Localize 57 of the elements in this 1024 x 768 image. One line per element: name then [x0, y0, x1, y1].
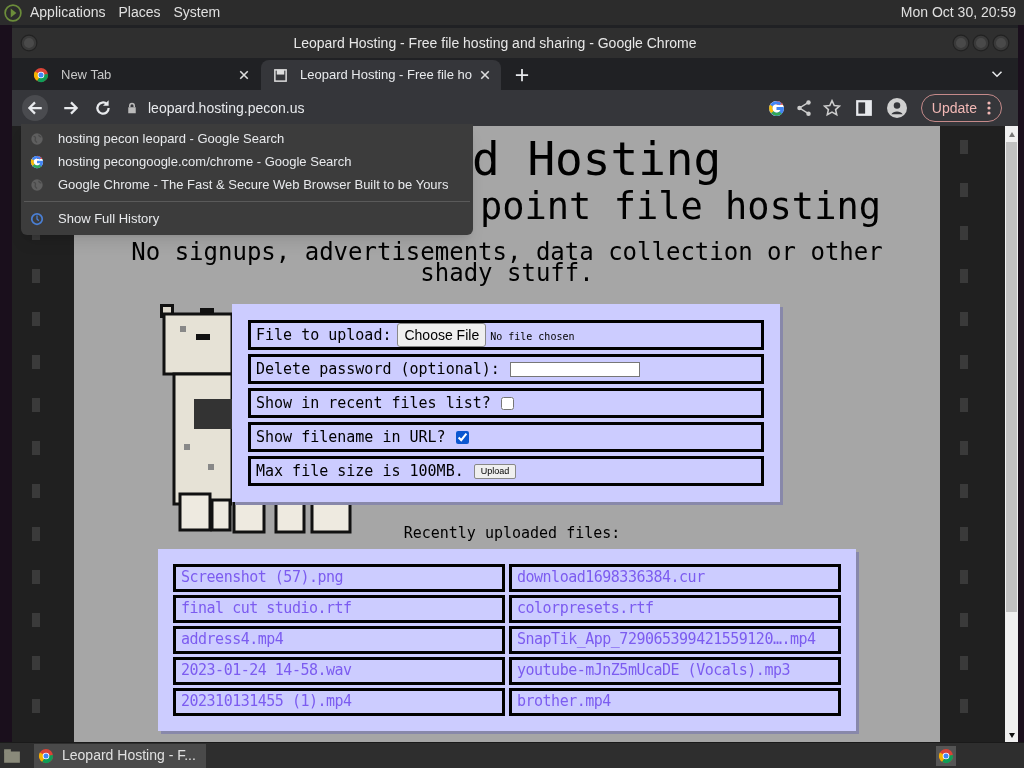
- checkbox[interactable]: [500, 396, 514, 410]
- browser-tab[interactable]: New Tab: [21, 60, 261, 90]
- chrome-logo-icon: [33, 67, 49, 83]
- google-logo-icon[interactable]: [767, 99, 785, 117]
- globe-icon: [30, 131, 44, 146]
- scrollbar-thumb[interactable]: [1006, 142, 1017, 612]
- file-status: No file chosen: [490, 330, 575, 344]
- field-label: Max file size is 100MB.: [256, 460, 464, 482]
- tagline: No signups, advertisements, data collection or other shady stuff.: [130, 242, 884, 284]
- new-tab-icon[interactable]: [515, 68, 529, 82]
- field-label: Delete password (optional):: [256, 358, 500, 380]
- suggestion-item[interactable]: hosting pecon leopard - Google Search: [21, 127, 473, 150]
- google-logo-icon: [30, 154, 44, 169]
- password-field[interactable]: [509, 361, 640, 377]
- show-history-item[interactable]: Show Full History: [21, 207, 473, 230]
- scroll-down-icon[interactable]: [1007, 732, 1016, 740]
- field-label: File to upload:: [256, 324, 392, 346]
- panel-menu[interactable]: System: [173, 2, 221, 23]
- scrollbar[interactable]: [1005, 126, 1018, 742]
- page-icon: [273, 67, 288, 83]
- close-icon[interactable]: [239, 70, 249, 80]
- chrome-logo-icon: [38, 747, 54, 764]
- close-icon[interactable]: [480, 70, 490, 80]
- window-title: Leopard Hosting - Free file hosting and sharing - Google Chrome: [292, 33, 698, 53]
- more-icon[interactable]: [987, 101, 991, 115]
- reload-icon[interactable]: [94, 99, 112, 117]
- back-icon[interactable]: [22, 95, 48, 121]
- scroll-up-icon[interactable]: [1007, 130, 1016, 138]
- section-title: Recently uploaded files:: [403, 523, 621, 544]
- show-desktop-icon[interactable]: [2, 746, 22, 765]
- forward-icon[interactable]: [62, 99, 80, 117]
- lock-icon[interactable]: [126, 102, 138, 114]
- upload-button[interactable]: Upload: [473, 463, 517, 479]
- profile-avatar-icon[interactable]: [886, 98, 907, 118]
- field-label: Show filename in URL?: [256, 426, 446, 448]
- clock: Mon Oct 30, 20:59: [900, 3, 1016, 22]
- chrome-logo-icon[interactable]: [936, 745, 956, 766]
- checkbox[interactable]: [455, 430, 469, 444]
- panel-menu[interactable]: Places: [118, 2, 161, 23]
- field-label: Show in recent files list?: [256, 392, 491, 414]
- share-icon[interactable]: [794, 99, 813, 117]
- panel-menu[interactable]: Applications: [30, 2, 106, 23]
- taskbar-task[interactable]: Leopard Hosting - F...: [34, 743, 206, 768]
- history-icon: [30, 211, 44, 226]
- suggestion-item[interactable]: Google Chrome - The Fast & Secure Web Browser Built to be Yours: [21, 173, 473, 196]
- globe-icon: [30, 177, 44, 192]
- bookmark-star-icon[interactable]: [822, 99, 841, 117]
- page-heading: d Hosting: [472, 132, 722, 186]
- choose-file-button[interactable]: Choose File: [397, 323, 487, 347]
- suggestion-item[interactable]: hosting pecongoogle.com/chrome - Google Search: [21, 150, 473, 173]
- tab-title: Leopard Hosting - Free file ho: [300, 66, 472, 85]
- distro-logo-icon[interactable]: [4, 3, 22, 22]
- tab-title: New Tab: [61, 66, 113, 85]
- url-text: leopard.hosting.pecon.us: [148, 98, 305, 118]
- browser-tab[interactable]: Leopard Hosting - Free file ho: [261, 60, 501, 90]
- page-subheading: point file hosting: [480, 186, 881, 228]
- side-panel-icon[interactable]: [854, 99, 873, 117]
